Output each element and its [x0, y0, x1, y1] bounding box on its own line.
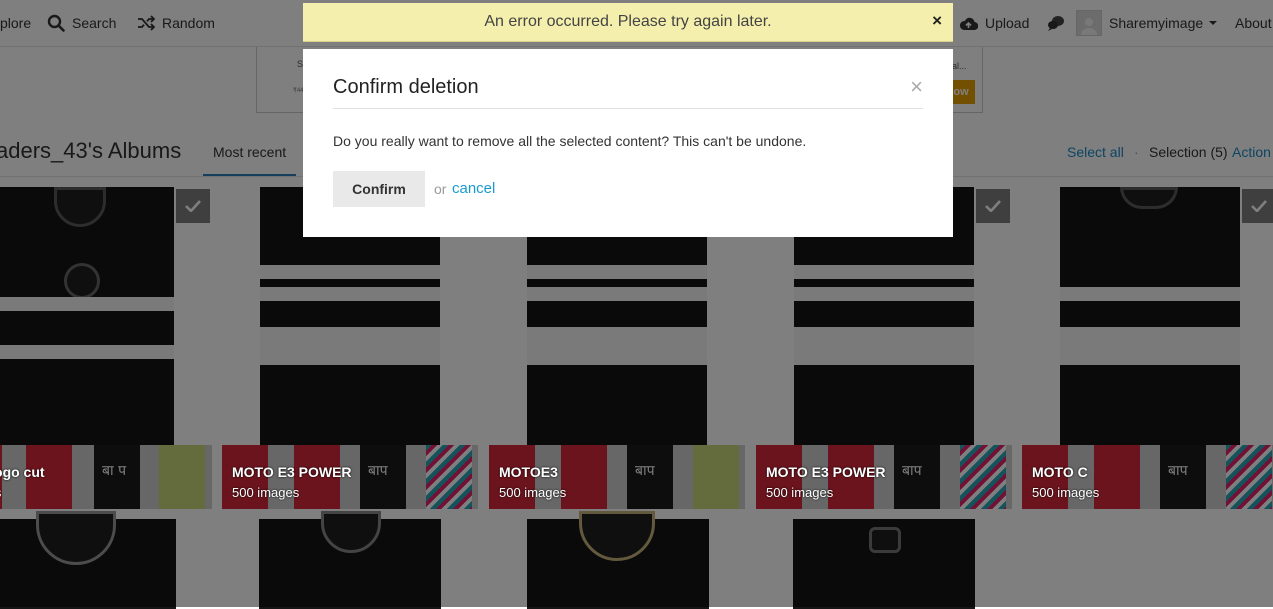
close-icon[interactable]: × [910, 76, 923, 98]
album-title[interactable]: MOTO E3 POWER [232, 464, 352, 480]
album-count: 500 images [766, 485, 834, 500]
confirm-dialog: Confirm deletion × Do you really want to… [303, 49, 953, 237]
album-title[interactable]: MOTOE3 [499, 464, 558, 480]
album-title[interactable]: MOTO E3 POWER [766, 464, 886, 480]
error-alert: An error occurred. Please try again late… [303, 3, 953, 42]
error-message: An error occurred. Please try again late… [484, 13, 772, 30]
album-count: 500 images [1032, 485, 1100, 500]
dialog-message: Do you really want to remove all the sel… [333, 133, 807, 149]
or-text: or [434, 181, 447, 197]
alert-close-icon[interactable]: × [932, 11, 942, 31]
album-title[interactable]: x4 Logo cut [0, 464, 45, 480]
album-count: 500 images [499, 485, 567, 500]
dialog-title: Confirm deletion [333, 76, 479, 98]
cancel-link[interactable]: cancel [452, 180, 495, 197]
album-count: 500 images [232, 485, 300, 500]
confirm-button[interactable]: Confirm [333, 171, 425, 207]
album-title[interactable]: MOTO C [1032, 464, 1088, 480]
album-count: nages [0, 485, 1, 500]
dialog-divider [333, 108, 923, 109]
